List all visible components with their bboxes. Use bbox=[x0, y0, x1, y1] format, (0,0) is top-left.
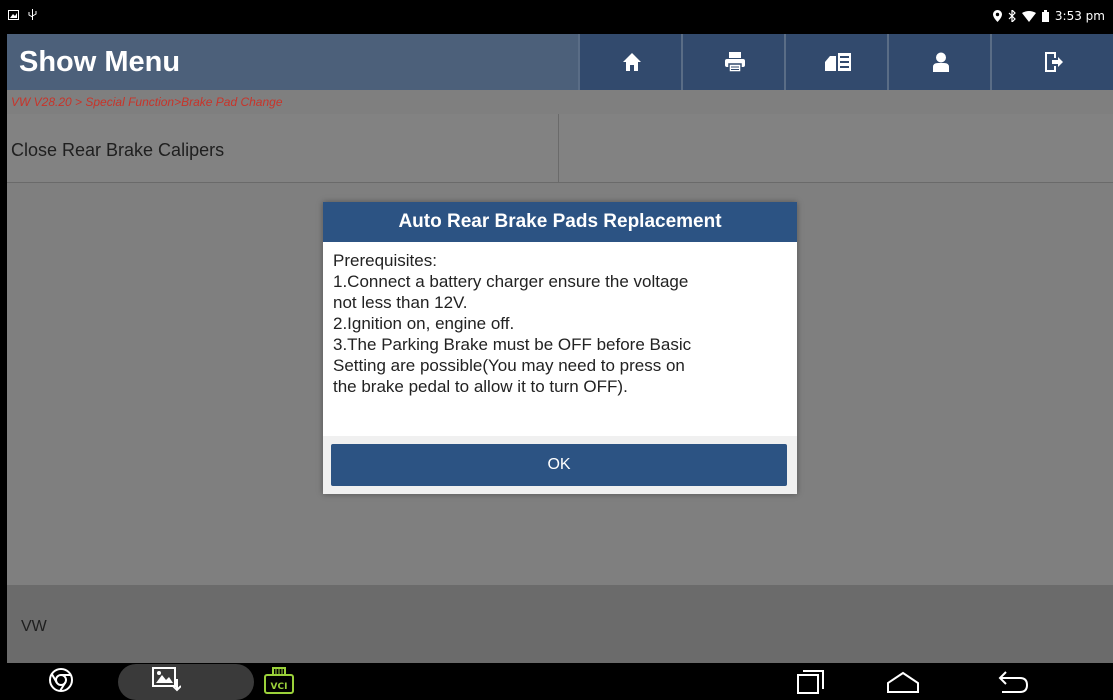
status-time: 3:53 pm bbox=[1054, 9, 1105, 23]
menu-item-close-rear-brake-calipers[interactable]: Close Rear Brake Calipers bbox=[7, 114, 559, 182]
ok-button[interactable]: OK bbox=[331, 444, 787, 486]
home-button[interactable] bbox=[578, 34, 683, 90]
footer-bar: VW bbox=[7, 585, 1113, 663]
exit-icon bbox=[1044, 52, 1063, 72]
status-bar: 3:53 pm bbox=[0, 0, 1113, 34]
dialog-line: 3.The Parking Brake must be OFF before B… bbox=[333, 335, 692, 354]
dialog-line: 2.Ignition on, engine off. bbox=[333, 314, 515, 333]
prerequisites-dialog: Auto Rear Brake Pads Replacement Prerequ… bbox=[323, 202, 797, 494]
dialog-line: Setting are possible(You may need to pre… bbox=[333, 356, 685, 375]
brand-label: VW bbox=[21, 618, 47, 635]
breadcrumb: VW V28.20 > Special Function>Brake Pad C… bbox=[7, 90, 1113, 114]
screenshot-pill bbox=[118, 664, 254, 700]
dialog-line: the brake pedal to allow it to turn OFF)… bbox=[333, 377, 628, 396]
dialog-message: Prerequisites: 1.Connect a battery charg… bbox=[333, 250, 787, 397]
page-title: Show Menu bbox=[19, 46, 181, 78]
recent-apps-icon[interactable] bbox=[796, 669, 826, 695]
gallery-notification-icon bbox=[8, 10, 19, 20]
breadcrumb-text: VW V28.20 > Special Function>Brake Pad C… bbox=[11, 95, 283, 109]
vci-label: VCI bbox=[271, 682, 288, 692]
dialog-title: Auto Rear Brake Pads Replacement bbox=[323, 202, 797, 242]
list-item[interactable]: Close Rear Brake Calipers bbox=[7, 114, 1113, 183]
dialog-line: 1.Connect a battery charger ensure the v… bbox=[333, 272, 689, 291]
screenshot-icon[interactable] bbox=[151, 665, 181, 693]
menu-item-label: Close Rear Brake Calipers bbox=[11, 140, 225, 160]
battery-icon bbox=[1041, 10, 1049, 22]
user-icon bbox=[932, 52, 949, 72]
location-icon bbox=[992, 10, 1002, 22]
print-icon bbox=[724, 52, 745, 73]
navigation-bar: VCI bbox=[0, 663, 1113, 700]
vci-icon[interactable]: VCI bbox=[264, 667, 294, 695]
exit-button[interactable] bbox=[990, 34, 1113, 90]
chrome-icon[interactable] bbox=[48, 667, 74, 693]
user-button[interactable] bbox=[887, 34, 992, 90]
home-icon bbox=[622, 53, 641, 71]
back-icon[interactable] bbox=[998, 671, 1028, 693]
print-button[interactable] bbox=[681, 34, 786, 90]
dialog-footer: OK bbox=[323, 436, 797, 494]
dialog-line: not less than 12V. bbox=[333, 293, 468, 312]
app-header: Show Menu bbox=[7, 34, 1113, 90]
dialog-line: Prerequisites: bbox=[333, 251, 437, 270]
wifi-icon bbox=[1021, 10, 1036, 22]
bluetooth-icon bbox=[1008, 10, 1016, 22]
report-icon bbox=[824, 53, 851, 71]
usb-debug-icon bbox=[28, 9, 37, 20]
report-button[interactable] bbox=[784, 34, 889, 90]
home-nav-icon[interactable] bbox=[886, 671, 920, 693]
